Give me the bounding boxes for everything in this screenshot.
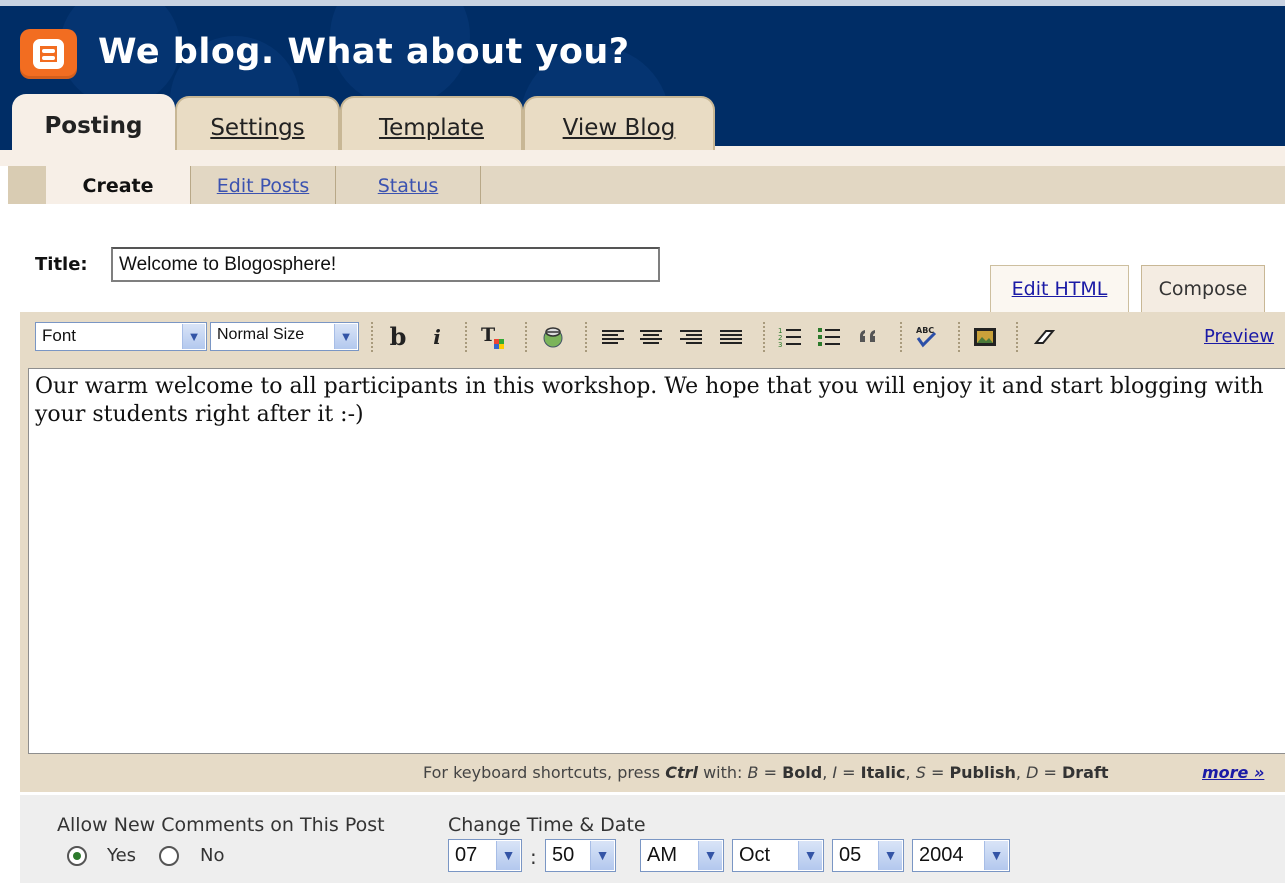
tab-edit-html[interactable]: Edit HTML <box>990 265 1129 312</box>
spellcheck-icon[interactable]: ABC <box>912 322 942 352</box>
blockquote-icon[interactable] <box>855 322 885 352</box>
svg-text:ABC: ABC <box>916 326 934 335</box>
bullet-list-icon[interactable] <box>815 322 845 352</box>
subtab-create[interactable]: Create <box>46 166 190 204</box>
chevron-down-icon: ▼ <box>698 841 722 870</box>
shortcut-eq: = <box>925 763 950 782</box>
subtab-edit-posts[interactable]: Edit Posts <box>191 166 336 204</box>
image-icon[interactable] <box>970 322 1000 352</box>
toolbar-divider <box>371 322 373 352</box>
toolbar-divider <box>900 322 902 352</box>
toolbar-divider <box>525 322 527 352</box>
more-shortcuts-link[interactable]: more » <box>1202 763 1264 782</box>
year-value: 2004 <box>919 844 964 866</box>
chevron-down-icon: ▼ <box>590 841 614 870</box>
shortcut-eq: = <box>758 763 783 782</box>
minute-value: 50 <box>552 844 575 866</box>
toolbar-divider <box>1016 322 1018 352</box>
keyboard-shortcuts-hint: For keyboard shortcuts, press Ctrl with:… <box>423 763 1109 782</box>
toolbar-divider <box>763 322 765 352</box>
chevron-down-icon: ▼ <box>334 324 357 349</box>
shortcuts-prefix: For keyboard shortcuts, press <box>423 763 661 782</box>
text-color-icon[interactable]: T <box>479 322 509 352</box>
hour-select[interactable]: 07 ▼ <box>448 839 522 872</box>
bold-button[interactable]: b <box>383 322 413 352</box>
chevron-down-icon: ▼ <box>798 841 822 870</box>
size-select-value: Normal Size <box>217 326 305 343</box>
link-icon[interactable] <box>538 322 568 352</box>
comments-no-radio[interactable] <box>159 846 179 866</box>
chevron-down-icon: ▼ <box>496 841 520 870</box>
comments-label: Allow New Comments on This Post <box>57 814 385 836</box>
post-body-text: Our warm welcome to all participants in … <box>35 374 1264 427</box>
eraser-icon[interactable] <box>1030 322 1060 352</box>
shortcut-label: Bold <box>782 763 823 782</box>
shortcut-label: Publish <box>949 763 1016 782</box>
svg-text:3: 3 <box>778 341 782 349</box>
post-body-editor[interactable]: Our warm welcome to all participants in … <box>28 368 1285 754</box>
toolbar-divider <box>958 322 960 352</box>
shortcut-label: Italic <box>860 763 906 782</box>
shortcuts-with: with: <box>703 763 743 782</box>
align-left-icon[interactable] <box>598 322 628 352</box>
sub-navigation-edge <box>8 166 46 204</box>
datetime-label: Change Time & Date <box>448 814 646 836</box>
tab-strip <box>0 150 1285 166</box>
title-label: Title: <box>35 254 88 275</box>
comments-yes-radio[interactable] <box>67 846 87 866</box>
tab-template[interactable]: Template <box>340 96 523 152</box>
shortcut-eq: = <box>837 763 861 782</box>
ampm-value: AM <box>647 844 677 866</box>
blogger-logo-icon[interactable] <box>20 29 77 79</box>
font-select[interactable]: Font ▼ <box>35 322 207 351</box>
comments-yes-label: Yes <box>107 845 137 866</box>
justify-icon[interactable] <box>716 322 746 352</box>
year-select[interactable]: 2004 ▼ <box>912 839 1010 872</box>
chevron-down-icon: ▼ <box>984 841 1008 870</box>
tab-view-blog[interactable]: View Blog <box>523 96 715 152</box>
month-value: Oct <box>739 844 771 866</box>
ampm-select[interactable]: AM ▼ <box>640 839 724 872</box>
align-right-icon[interactable] <box>676 322 706 352</box>
subtab-status[interactable]: Status <box>336 166 481 204</box>
toolbar-divider <box>585 322 587 352</box>
shortcut-eq: = <box>1038 763 1062 782</box>
hour-value: 07 <box>455 844 478 866</box>
shortcut-label: Draft <box>1061 763 1109 782</box>
preview-link[interactable]: Preview <box>1204 326 1274 347</box>
tab-settings[interactable]: Settings <box>175 96 340 152</box>
font-select-value: Font <box>42 326 77 345</box>
numbered-list-icon[interactable]: 123 <box>776 322 806 352</box>
shortcuts-ctrl: Ctrl <box>665 763 698 782</box>
shortcut-key: S <box>915 763 926 782</box>
shortcut-key: B <box>747 763 759 782</box>
size-select[interactable]: Normal Size ▼ <box>210 322 359 351</box>
day-value: 05 <box>839 844 862 866</box>
day-select[interactable]: 05 ▼ <box>832 839 904 872</box>
tab-posting[interactable]: Posting <box>12 94 175 154</box>
minute-select[interactable]: 50 ▼ <box>545 839 616 872</box>
shortcut-key: D <box>1026 763 1039 782</box>
toolbar-divider <box>465 322 467 352</box>
chevron-down-icon: ▼ <box>878 841 902 870</box>
title-input[interactable] <box>111 247 660 282</box>
align-center-icon[interactable] <box>636 322 666 352</box>
month-select[interactable]: Oct ▼ <box>732 839 824 872</box>
italic-button[interactable]: i <box>422 322 452 352</box>
svg-text:T: T <box>481 324 495 346</box>
time-separator: : <box>530 845 537 869</box>
header-slogan: We blog. What about you? <box>98 32 630 72</box>
chevron-down-icon: ▼ <box>182 324 205 349</box>
comments-no-label: No <box>200 845 225 866</box>
tab-compose[interactable]: Compose <box>1141 265 1265 312</box>
